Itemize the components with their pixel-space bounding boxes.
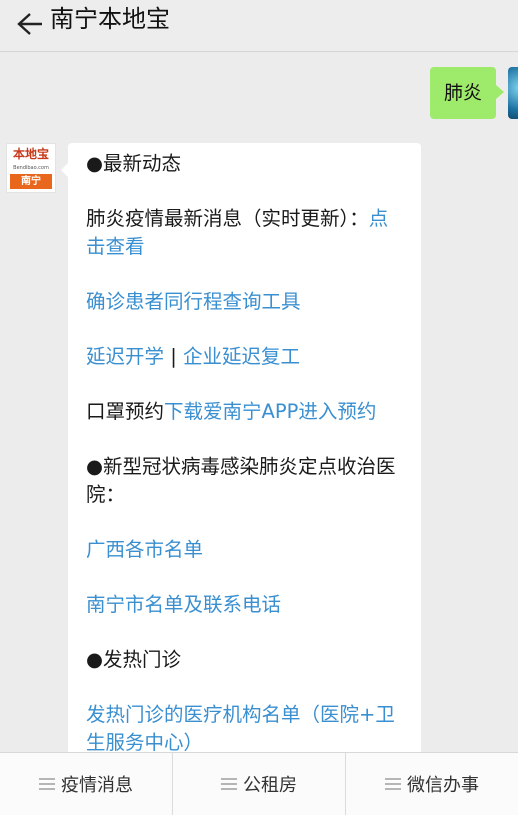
message-paragraph: 南宁市名单及联系电话 [86,591,403,619]
link-nanning-list[interactable]: 南宁市名单及联系电话 [86,593,281,616]
menu-item-wechat-services[interactable]: 微信办事 [346,753,518,815]
link-fever-clinic-list[interactable]: 发热门诊的医疗机构名单（医院+卫生服务中心） [86,703,395,753]
message-paragraph: 口罩预约下载爱南宁APP进入预约 [86,398,403,426]
link-itinerary-query-tool[interactable]: 确诊患者同行程查询工具 [86,290,301,313]
section-heading-hospitals: ●新型冠状病毒感染肺炎定点收治医院： [86,455,396,506]
message-paragraph: 广西各市名单 [86,536,403,564]
bot-avatar[interactable]: 本地宝 Bendibao.com 南宁 [6,143,56,193]
menu-icon [385,778,401,790]
bottom-menu-bar: 疫情消息 公租房 微信办事 [0,752,518,815]
menu-icon [39,778,55,790]
page-title: 南宁本地宝 [50,5,170,33]
chat-area: 肺炎 本地宝 Bendibao.com 南宁 ●最新动态 肺炎疫情最新消息（实时… [0,53,518,753]
avatar-logo-text: 本地宝 [12,147,49,161]
menu-label: 疫情消息 [61,775,133,796]
section-heading-fever-clinic: ●发热门诊 [86,648,182,671]
top-bar: 南宁本地宝 [0,0,518,52]
message-paragraph: 肺炎疫情最新消息（实时更新）：点击查看 [86,205,403,261]
menu-label: 微信办事 [407,775,479,796]
menu-item-public-housing[interactable]: 公租房 [173,753,346,815]
avatar-logo-url: Bendibao.com [13,165,49,171]
message-paragraph: 发热门诊的医疗机构名单（医院+卫生服务中心） [86,701,403,753]
avatar-logo-city: 南宁 [10,174,52,189]
section-heading-latest: ●最新动态 [86,152,182,175]
link-work-delay[interactable]: 企业延迟复工 [183,345,300,368]
menu-label: 公租房 [243,775,297,796]
bot-message-bubble: ●最新动态 肺炎疫情最新消息（实时更新）：点击查看 确诊患者同行程查询工具 延迟… [61,143,421,753]
message-paragraph: 确诊患者同行程查询工具 [86,288,403,316]
menu-item-epidemic-news[interactable]: 疫情消息 [0,753,173,815]
separator: | [164,345,183,368]
link-mask-reservation[interactable]: 下载爱南宁APP进入预约 [164,400,376,423]
user-message-bubble: 肺炎 [429,67,505,119]
link-school-delay[interactable]: 延迟开学 [86,345,164,368]
user-avatar[interactable] [508,67,518,119]
menu-icon [221,778,237,790]
message-paragraph: 延迟开学 | 企业延迟复工 [86,343,403,371]
back-arrow-icon[interactable] [8,6,44,42]
message-text: 口罩预约 [86,400,165,423]
message-text: 肺炎疫情最新消息（实时更新）： [86,207,369,230]
link-guangxi-list[interactable]: 广西各市名单 [86,538,203,561]
